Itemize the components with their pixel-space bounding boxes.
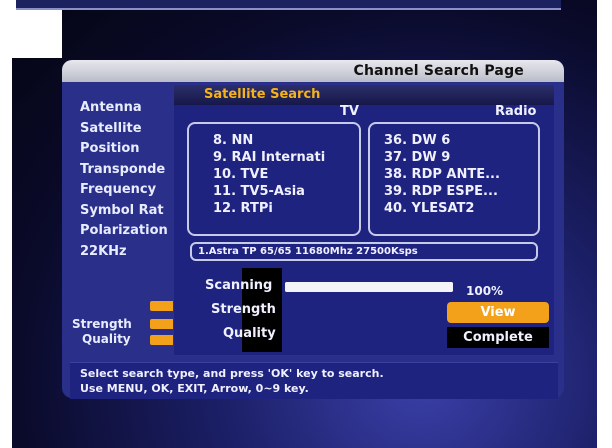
radio-channel-list[interactable]: 36. DW 6 37. DW 9 38. RDP ANTE... 39. RD… bbox=[368, 122, 540, 236]
tv-channel-item[interactable]: 12. RTPi bbox=[213, 201, 273, 216]
tv-channel-list[interactable]: 8. NN 9. RAI Internati 10. TVE 11. TV5-A… bbox=[187, 122, 361, 236]
scanning-percent: 100% bbox=[466, 284, 504, 298]
frame-left bbox=[0, 0, 12, 448]
strength-label: Strength bbox=[72, 317, 132, 331]
tv-column-header: TV bbox=[340, 104, 359, 119]
scanning-progress-fill bbox=[285, 282, 453, 292]
menu-item-22khz[interactable]: 22KHz bbox=[80, 242, 168, 263]
help-box: Select search type, and press 'OK' key t… bbox=[70, 362, 558, 399]
radio-channel-item[interactable]: 38. RDP ANTE... bbox=[384, 167, 500, 182]
radio-channel-item[interactable]: 39. RDP ESPE... bbox=[384, 184, 498, 199]
tv-channel-item[interactable]: 11. TV5-Asia bbox=[213, 184, 305, 199]
menu-item-symbol-rate[interactable]: Symbol Rat bbox=[80, 201, 168, 222]
radio-channel-item[interactable]: 36. DW 6 bbox=[384, 133, 450, 148]
menu-item-polarization[interactable]: Polarization bbox=[80, 221, 168, 242]
scanning-label: Scanning bbox=[205, 278, 273, 293]
quality-meter-label: Quality bbox=[223, 326, 276, 341]
page-title-bar: Channel Search Page bbox=[62, 60, 564, 82]
radio-channel-item[interactable]: 40. YLESAT2 bbox=[384, 201, 474, 216]
help-line-2: Use MENU, OK, EXIT, Arrow, 0~9 key. bbox=[80, 382, 309, 395]
tv-channel-item[interactable]: 10. TVE bbox=[213, 167, 268, 182]
radio-channel-item[interactable]: 37. DW 9 bbox=[384, 150, 450, 165]
menu-item-satellite[interactable]: Satellite bbox=[80, 119, 168, 140]
menu-item-transponder[interactable]: Transponde bbox=[80, 160, 168, 181]
tv-channel-item[interactable]: 9. RAI Internati bbox=[213, 150, 325, 165]
complete-button[interactable]: Complete bbox=[447, 327, 549, 348]
menu-item-antenna[interactable]: Antenna bbox=[80, 98, 168, 119]
help-line-1: Select search type, and press 'OK' key t… bbox=[80, 367, 384, 380]
page-title: Channel Search Page bbox=[353, 63, 524, 79]
scanning-progress-bar bbox=[285, 282, 453, 292]
strength-meter-label: Strength bbox=[211, 302, 276, 317]
transponder-info: 1.Astra TP 65/65 11680Mhz 27500Ksps bbox=[190, 242, 538, 261]
view-button[interactable]: View bbox=[447, 302, 549, 323]
menu-item-frequency[interactable]: Frequency bbox=[80, 180, 168, 201]
dialog-title: Satellite Search bbox=[204, 87, 321, 102]
radio-column-header: Radio bbox=[495, 104, 537, 119]
settings-menu: Antenna Satellite Position Transponde Fr… bbox=[80, 98, 168, 262]
quality-label: Quality bbox=[82, 332, 131, 346]
menu-item-position[interactable]: Position bbox=[80, 139, 168, 160]
top-bar bbox=[16, 0, 561, 10]
frame-right bbox=[597, 0, 612, 448]
tv-channel-item[interactable]: 8. NN bbox=[213, 133, 253, 148]
dialog-title-bar: Satellite Search bbox=[174, 85, 554, 105]
